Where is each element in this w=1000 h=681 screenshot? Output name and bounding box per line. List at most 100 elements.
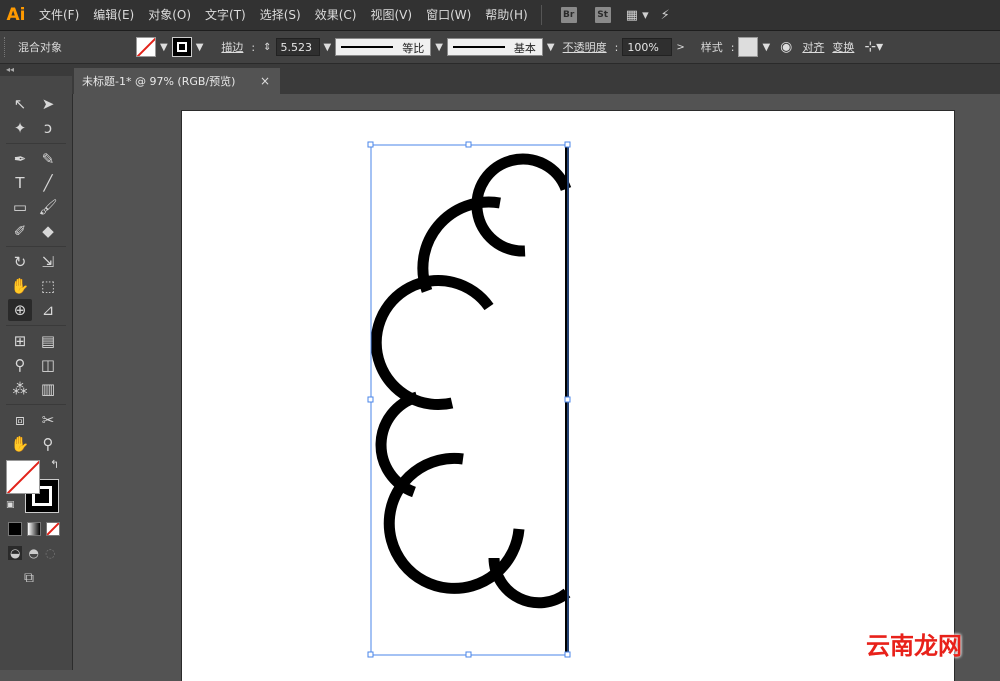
opacity-input[interactable]: 100%: [622, 38, 673, 56]
none-mode-icon[interactable]: [46, 522, 60, 536]
cloud-arc-3[interactable]: [370, 275, 494, 411]
slice-tool-icon[interactable]: ✂: [36, 409, 60, 431]
selection-tool-icon[interactable]: ↖: [8, 93, 32, 115]
bridge-button[interactable]: Br: [560, 7, 577, 23]
draw-inside-icon[interactable]: ◌: [45, 546, 55, 560]
profile-label: 等比: [402, 42, 425, 55]
direct-selection-tool-icon[interactable]: ➤: [36, 93, 60, 115]
zoom-tool-icon[interactable]: ⚲: [36, 433, 60, 455]
scale-tool-icon[interactable]: ⇲: [36, 251, 60, 273]
column-graph-tool-icon[interactable]: ▥: [36, 378, 60, 400]
fill-color-swatch[interactable]: [136, 37, 156, 57]
eyedropper-tool-icon[interactable]: ⚲: [8, 354, 32, 376]
app-logo: Ai: [6, 5, 26, 25]
stroke-color-swatch[interactable]: [171, 37, 192, 57]
handle-bottom-middle[interactable]: [465, 651, 472, 658]
pen-tool-icon[interactable]: ✒: [8, 148, 32, 170]
shaper-tool-icon[interactable]: ✐: [8, 220, 32, 242]
workspace-layout-icon[interactable]: ▦ ▾: [626, 8, 649, 23]
tool-row: ✋ ⚲: [0, 432, 72, 456]
eraser-tool-icon[interactable]: ◆: [36, 220, 60, 242]
handle-middle-right[interactable]: [564, 396, 571, 403]
style-dropdown-icon[interactable]: ▼: [762, 42, 770, 53]
default-colors-icon[interactable]: ▣: [6, 500, 15, 510]
swap-fill-stroke-icon[interactable]: ↰: [50, 458, 59, 471]
fill-stroke-widget[interactable]: ↰ ▣: [6, 458, 66, 520]
shape-builder-tool-icon[interactable]: ⊕: [8, 299, 32, 321]
tool-row: ⧈ ✂: [0, 408, 72, 432]
isolate-object-icon[interactable]: ⊹▾: [864, 39, 883, 55]
mesh-tool-icon[interactable]: ⊞: [8, 330, 32, 352]
change-screen-mode-icon[interactable]: ⧉: [24, 570, 34, 586]
gradient-mode-icon[interactable]: [27, 522, 41, 536]
gpu-performance-icon[interactable]: ⚡: [661, 8, 670, 23]
puppet-warp-tool-icon[interactable]: ✋: [8, 275, 32, 297]
artboard[interactable]: [182, 111, 954, 681]
stroke-weight-stepper-icon[interactable]: ⇕: [263, 42, 271, 53]
transform-button[interactable]: 变换: [828, 39, 858, 55]
panel-grip[interactable]: [4, 37, 8, 57]
draw-behind-icon[interactable]: ◓: [28, 546, 38, 560]
menu-type[interactable]: 文字(T): [198, 0, 253, 30]
artwork-canvas[interactable]: [182, 111, 954, 681]
paintbrush-tool-icon[interactable]: 🖌: [36, 196, 60, 218]
brush-dropdown-icon[interactable]: ▼: [547, 42, 555, 53]
color-mode-icon[interactable]: [8, 522, 22, 536]
stroke-dropdown-icon[interactable]: ▼: [196, 42, 204, 53]
menu-select[interactable]: 选择(S): [253, 0, 308, 30]
menu-edit[interactable]: 编辑(E): [86, 0, 141, 30]
opacity-label[interactable]: 不透明度: [559, 39, 611, 55]
menu-view[interactable]: 视图(V): [363, 0, 419, 30]
menu-window[interactable]: 窗口(W): [419, 0, 478, 30]
handle-bottom-right[interactable]: [564, 651, 571, 658]
hand-tool-icon[interactable]: ✋: [8, 433, 32, 455]
document-tab[interactable]: 未标题-1* @ 97% (RGB/预览) ×: [74, 68, 280, 94]
opacity-arrow-icon[interactable]: >: [676, 42, 684, 53]
close-tab-icon[interactable]: ×: [260, 74, 270, 88]
handle-top-right[interactable]: [564, 141, 571, 148]
type-tool-icon[interactable]: T: [8, 172, 32, 194]
rectangle-tool-icon[interactable]: ▭: [8, 196, 32, 218]
artboard-tool-icon[interactable]: ⧈: [8, 409, 32, 431]
free-transform-tool-icon[interactable]: ⬚: [36, 275, 60, 297]
menu-help[interactable]: 帮助(H): [478, 0, 534, 30]
colon-sep: :: [251, 40, 256, 54]
stock-button[interactable]: St: [594, 7, 611, 23]
tool-row: ⚲ ◫: [0, 353, 72, 377]
menu-separator: [540, 5, 542, 25]
rotate-tool-icon[interactable]: ↻: [8, 251, 32, 273]
fill-swatch-front[interactable]: [6, 460, 40, 494]
menu-effect[interactable]: 效果(C): [308, 0, 364, 30]
profile-dropdown-icon[interactable]: ▼: [435, 42, 443, 53]
handle-top-left[interactable]: [367, 141, 374, 148]
perspective-grid-tool-icon[interactable]: ⊿: [36, 299, 60, 321]
stroke-weight-input[interactable]: 5.523: [275, 38, 320, 56]
stroke-label[interactable]: 描边: [217, 39, 247, 55]
graphic-style-swatch[interactable]: [738, 37, 759, 57]
tools-panel: ◂◂ ↖ ➤ ✦ ↄ ✒ ✎ T ╱ ▭ 🖌 ✐ ◆ ↻ ⇲ ✋ ⬚ ⊕ ⊿ ⊞ ▤ ⚲ ◫ ⁂ ▥ ⧈ ✂ ✋ ⚲ ↰ ▣ ◒ ◓ …: [0, 64, 73, 670]
menu-object[interactable]: 对象(O): [141, 0, 198, 30]
collapse-panel-icon[interactable]: ◂◂: [0, 64, 72, 76]
fill-dropdown-icon[interactable]: ▼: [160, 42, 168, 53]
recolor-artwork-icon[interactable]: ◉: [780, 39, 792, 55]
handle-bottom-left[interactable]: [367, 651, 374, 658]
symbol-sprayer-tool-icon[interactable]: ⁂: [8, 378, 32, 400]
brush-definition[interactable]: 基本: [446, 38, 543, 56]
tool-row: ✒ ✎: [0, 147, 72, 171]
line-segment-tool-icon[interactable]: ╱: [36, 172, 60, 194]
selection-bounding-box[interactable]: [367, 141, 571, 658]
blend-tool-icon[interactable]: ◫: [36, 354, 60, 376]
magic-wand-tool-icon[interactable]: ✦: [8, 117, 32, 139]
handle-top-middle[interactable]: [465, 141, 472, 148]
handle-middle-left[interactable]: [367, 396, 374, 403]
cloud-arcs-group[interactable]: [370, 153, 572, 609]
curvature-tool-icon[interactable]: ✎: [36, 148, 60, 170]
variable-width-profile[interactable]: 等比: [335, 38, 432, 56]
menu-file[interactable]: 文件(F): [32, 0, 86, 30]
gradient-tool-icon[interactable]: ▤: [36, 330, 60, 352]
tool-row: ⁂ ▥: [0, 377, 72, 401]
lasso-tool-icon[interactable]: ↄ: [36, 117, 60, 139]
stroke-weight-dropdown-icon[interactable]: ▼: [324, 42, 332, 53]
align-button[interactable]: 对齐: [798, 39, 828, 55]
draw-normal-icon[interactable]: ◒: [8, 546, 23, 560]
